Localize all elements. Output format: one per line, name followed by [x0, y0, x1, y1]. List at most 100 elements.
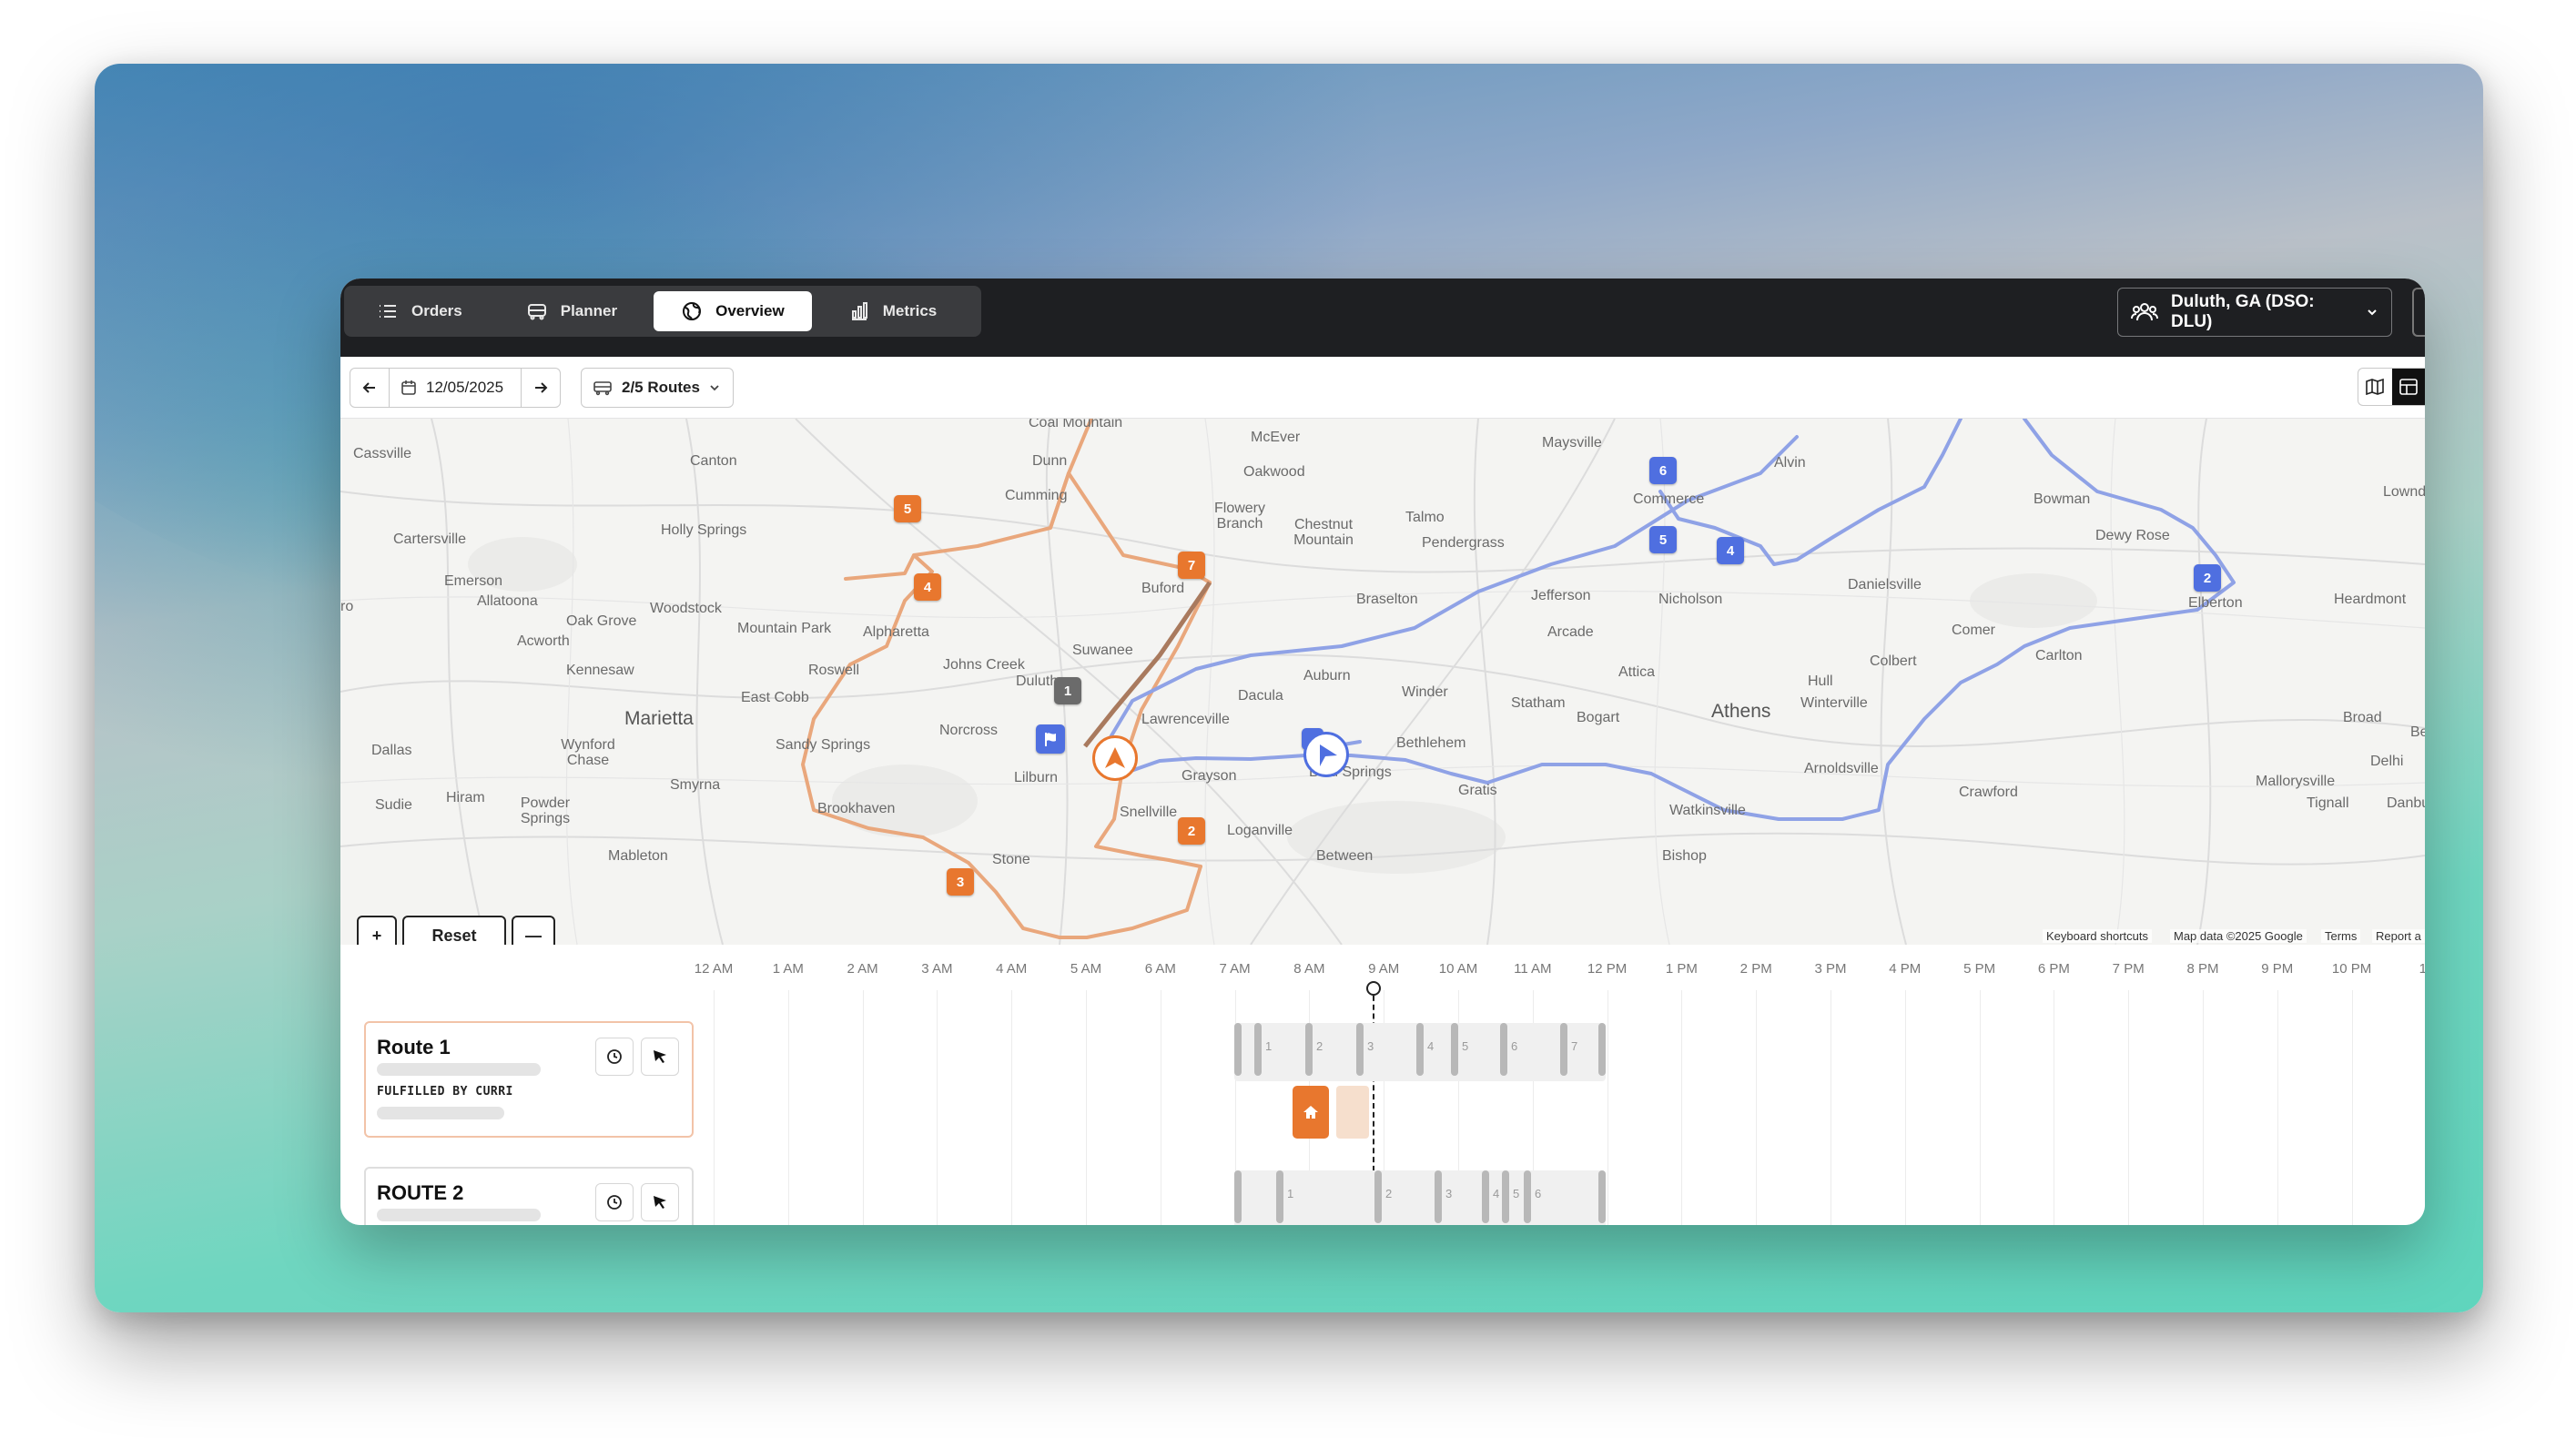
- routes-filter-select[interactable]: 2/5 Routes: [581, 368, 734, 408]
- map-place-label: Coal Mountain: [1029, 419, 1123, 430]
- route1-stop-marker[interactable]: 1: [1054, 677, 1081, 704]
- route2-stop-marker[interactable]: 2: [2194, 564, 2221, 592]
- clock-icon: [607, 1195, 622, 1210]
- map-place-label: Be: [2410, 724, 2425, 740]
- tab-metrics[interactable]: Metrics: [821, 291, 965, 331]
- route-stop-tick[interactable]: 4: [1482, 1170, 1499, 1223]
- route1-stop-marker[interactable]: 3: [947, 868, 974, 896]
- globe-icon: [683, 302, 702, 320]
- map-place-label: Cumming: [1005, 488, 1068, 503]
- route-stop-tick[interactable]: 3: [1435, 1170, 1452, 1223]
- timeline-hour-label: 7 AM: [1219, 961, 1251, 977]
- route-stop-tick[interactable]: [1234, 1170, 1242, 1223]
- route-schedule-button[interactable]: [595, 1038, 634, 1076]
- timeline-hour-label: 5 PM: [1963, 961, 1996, 977]
- map-place-label: Loganville: [1227, 823, 1293, 838]
- route1-vehicle-marker[interactable]: [1092, 735, 1138, 781]
- timeline-hour-label: 10 AM: [1438, 961, 1478, 977]
- map-place-label: Bethlehem: [1396, 735, 1466, 751]
- topbar-extra-button[interactable]: [2412, 288, 2425, 337]
- route-map[interactable]: Coal Mountain McEver Maysville Alvin Low…: [340, 419, 2425, 945]
- timeline-hour-label: 9 PM: [2261, 961, 2294, 977]
- route-stop-tick[interactable]: 3: [1356, 1023, 1374, 1076]
- flag-icon: [1045, 733, 1056, 746]
- map-place-label: Cassville: [353, 446, 412, 461]
- timeline-hour-gridline: [937, 990, 938, 1225]
- layout-icon: [2399, 379, 2418, 395]
- route-locate-button[interactable]: [641, 1038, 679, 1076]
- timeline-hour-label: 9 AM: [1368, 961, 1400, 977]
- main-nav-tabs: Orders Planner Overview Metrics: [344, 286, 981, 337]
- route-detail-placeholder: [377, 1209, 541, 1221]
- map-place-label: Mountain Park: [737, 621, 832, 636]
- route-stop-tick[interactable]: 5: [1451, 1023, 1468, 1076]
- tab-overview[interactable]: Overview: [654, 291, 812, 331]
- depot-marker[interactable]: [1036, 724, 1065, 754]
- stop-number: 2: [1316, 1039, 1323, 1053]
- route-stop-tick[interactable]: 1: [1254, 1023, 1272, 1076]
- route-stop-tick[interactable]: 2: [1305, 1023, 1323, 1076]
- route-stop-tick[interactable]: 7: [1560, 1023, 1577, 1076]
- route-stop-tick[interactable]: [1598, 1170, 1606, 1223]
- route2-vehicle-marker[interactable]: [1303, 732, 1349, 777]
- map-place-label: Comer: [1952, 623, 1996, 638]
- route-stop-tick[interactable]: 5: [1502, 1170, 1519, 1223]
- map-place-label: Cartersville: [393, 532, 467, 547]
- route-stop-tick[interactable]: [1598, 1023, 1606, 1076]
- timeline-hour-label: 4 PM: [1889, 961, 1922, 977]
- route-1-depot-block[interactable]: [1293, 1086, 1329, 1139]
- map-place-label: Flowery Branch: [1213, 501, 1265, 532]
- map-place-label: Sandy Springs: [776, 737, 871, 753]
- route-locate-button[interactable]: [641, 1183, 679, 1221]
- cursor-arrow-icon: [654, 1050, 666, 1063]
- route2-stop-marker[interactable]: 6: [1649, 457, 1677, 484]
- route2-stop-marker[interactable]: 4: [1717, 537, 1744, 564]
- route-detail-placeholder: [377, 1107, 504, 1119]
- date-field[interactable]: 12/05/2025: [389, 369, 522, 407]
- stop-number: 5: [1513, 1187, 1520, 1200]
- tab-orders[interactable]: Orders: [350, 291, 490, 331]
- route-schedule-button[interactable]: [595, 1183, 634, 1221]
- map-place-label: ro: [340, 599, 354, 614]
- route-detail-placeholder: [377, 1063, 541, 1076]
- route-card-route-1[interactable]: Route 1 FULFILLED BY CURRI: [364, 1021, 694, 1138]
- route1-stop-marker[interactable]: 7: [1178, 552, 1205, 579]
- map-keyboard-shortcuts-link[interactable]: Keyboard shortcuts: [2043, 929, 2153, 943]
- location-select[interactable]: Duluth, GA (DSO: DLU): [2117, 288, 2392, 337]
- route-card-route-2[interactable]: ROUTE 2: [364, 1167, 694, 1225]
- route-stop-tick[interactable]: 4: [1416, 1023, 1434, 1076]
- previous-day-button[interactable]: [350, 369, 389, 407]
- map-report-link[interactable]: Report a: [2372, 929, 2425, 943]
- next-day-button[interactable]: [522, 369, 560, 407]
- timeline-hour-gridline: [2351, 990, 2353, 1225]
- route1-stop-marker[interactable]: 2: [1178, 817, 1205, 845]
- map-place-label: Dunn: [1032, 453, 1068, 469]
- tab-planner[interactable]: Planner: [499, 291, 644, 331]
- route-stop-tick[interactable]: 1: [1276, 1170, 1293, 1223]
- map-view-button[interactable]: [2358, 369, 2392, 405]
- route2-stop-marker[interactable]: 5: [1649, 526, 1677, 553]
- map-place-label: Johns Creek: [943, 657, 1025, 673]
- map-basemap: [340, 419, 2425, 945]
- home-icon: [1303, 1106, 1318, 1119]
- tab-label: Overview: [715, 302, 785, 319]
- route-stop-tick[interactable]: 2: [1374, 1170, 1392, 1223]
- stop-number: 1: [1265, 1039, 1273, 1053]
- route-stop-tick[interactable]: 6: [1500, 1023, 1517, 1076]
- map-city-label: Marietta: [624, 708, 694, 729]
- map-data-attribution: Map data ©2025 Google: [2170, 929, 2307, 943]
- chevron-down-icon: [710, 385, 719, 391]
- route1-stop-marker[interactable]: 4: [914, 573, 941, 601]
- current-time-handle[interactable]: [1366, 981, 1381, 996]
- route-stop-tick[interactable]: [1234, 1023, 1242, 1076]
- route-stop-tick[interactable]: 6: [1524, 1170, 1541, 1223]
- timeline-hour-gridline: [787, 990, 789, 1225]
- split-view-button[interactable]: [2391, 369, 2425, 405]
- map-place-label: Oakwood: [1243, 464, 1305, 480]
- map-place-label: Auburn: [1303, 668, 1351, 684]
- map-terms-link[interactable]: Terms: [2321, 929, 2361, 943]
- map-place-label: Broad: [2343, 710, 2382, 725]
- map-place-label: Pendergrass: [1422, 535, 1505, 551]
- map-place-label: Carlton: [2035, 648, 2083, 663]
- route1-stop-marker[interactable]: 5: [894, 495, 921, 522]
